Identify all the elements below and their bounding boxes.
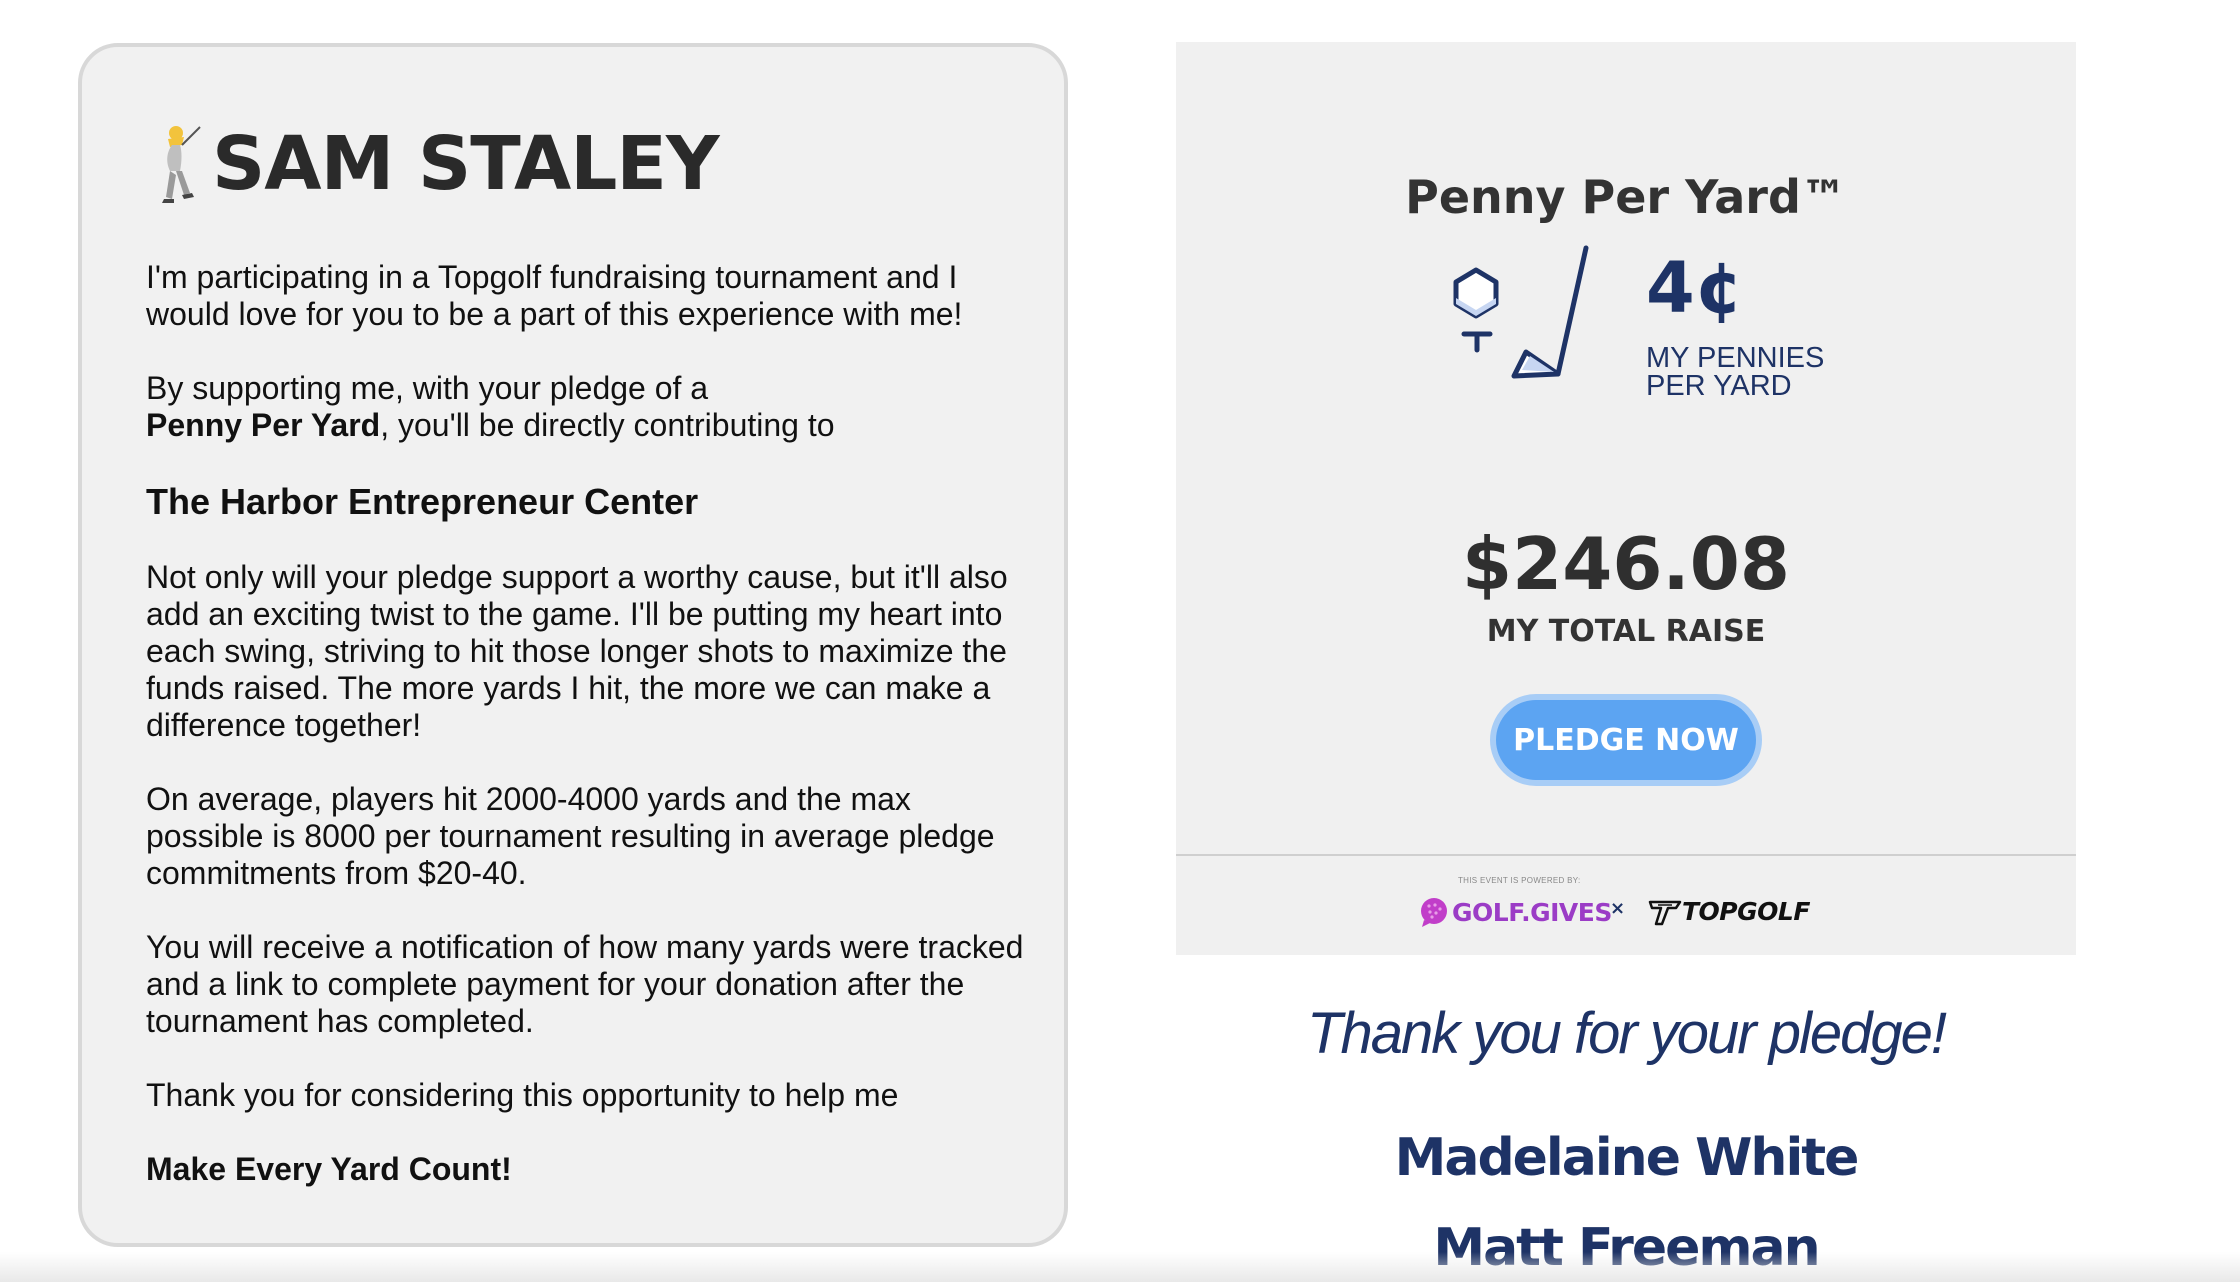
topgolf-mark-icon: [1648, 900, 1682, 926]
golfer-icon: [162, 126, 201, 203]
topgolf-logo[interactable]: TOPGOLF: [1648, 896, 1810, 926]
topgolf-text: TOPGOLF: [1682, 896, 1810, 926]
player-message-card: SAM STALEY I'm participating in a Topgol…: [78, 43, 1068, 1247]
panel-divider: [1176, 854, 2076, 856]
message-body: I'm participating in a Topgolf fundraisi…: [146, 259, 1026, 1225]
powered-by-row: THIS EVENT IS POWERED BY: GOLF.GIVES × T…: [1176, 872, 2076, 932]
total-raise-label: MY TOTAL RAISE: [1486, 614, 1766, 649]
average-paragraph: On average, players hit 2000-4000 yards …: [146, 781, 995, 891]
thank-you-heading: Thank you for your pledge!: [1307, 1001, 1947, 1066]
penny-per-yard-title: Penny Per Yard™: [1405, 170, 1847, 224]
golfgives-logo[interactable]: GOLF.GIVES: [1418, 896, 1612, 928]
tee-and-club-icon: [1453, 245, 1589, 379]
support-suffix: , you'll be directly contributing to: [380, 407, 835, 443]
pledge-panel: Penny Per Yard™ 4¢ MY PENNIES PER YARD $…: [1176, 42, 2076, 955]
player-name: SAM STALEY: [212, 121, 720, 207]
thanks-paragraph: Thank you for considering this opportuni…: [146, 1077, 899, 1113]
golfgives-ball-icon: [1421, 898, 1447, 927]
page: SAM STALEY I'm participating in a Topgol…: [0, 0, 2240, 1282]
twist-paragraph: Not only will your pledge support a wort…: [146, 559, 1008, 743]
pledge-now-button[interactable]: PLEDGE NOW: [1490, 694, 1762, 786]
brand-separator: ×: [1610, 898, 1626, 919]
organization-name: The Harbor Entrepreneur Center: [146, 481, 699, 522]
pennies-per-yard-label: MY PENNIES PER YARD: [1646, 342, 1825, 402]
support-paragraph: By supporting me, with your pledge of a …: [146, 370, 1026, 444]
support-bold: Penny Per Yard: [146, 407, 381, 443]
notification-paragraph: You will receive a notification of how m…: [146, 929, 1024, 1039]
powered-by-text: THIS EVENT IS POWERED BY:: [1458, 876, 1581, 885]
golfgives-text: GOLF.GIVES: [1452, 897, 1612, 927]
support-prefix: By supporting me, with your pledge of a: [146, 370, 709, 406]
pennies-per-yard-value: 4¢: [1646, 247, 1744, 329]
intro-paragraph: I'm participating in a Topgolf fundraisi…: [146, 259, 963, 332]
player-name-heading: SAM STALEY: [146, 121, 720, 207]
bottom-scroll-shadow: [0, 1252, 2240, 1282]
total-raise-amount: $246.08: [1462, 522, 1790, 606]
closing-line: Make Every Yard Count!: [146, 1151, 512, 1187]
supporter-name: Madelaine White: [1394, 1128, 1860, 1188]
